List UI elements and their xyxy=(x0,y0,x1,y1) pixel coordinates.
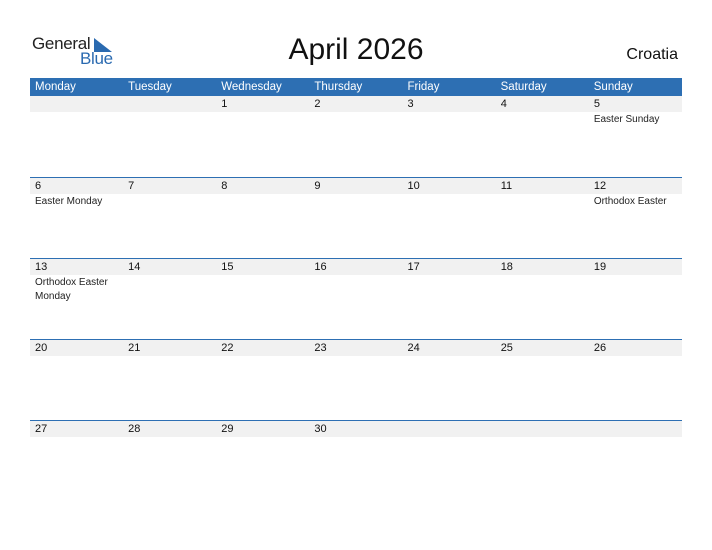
weekday-monday: Monday xyxy=(35,81,76,93)
day-cell xyxy=(496,421,589,502)
day-cell: 10 xyxy=(403,178,496,259)
weekday-saturday: Saturday xyxy=(500,81,547,93)
day-number: 4 xyxy=(500,98,507,110)
day-number: 18 xyxy=(500,261,513,273)
country-label: Croatia xyxy=(626,46,678,63)
day-number: 7 xyxy=(128,180,135,192)
day-cell: 21 xyxy=(123,340,216,421)
day-number: 22 xyxy=(221,342,234,354)
day-number: 17 xyxy=(407,261,420,273)
day-number: 24 xyxy=(407,342,420,354)
day-number: 29 xyxy=(221,423,234,435)
weekday-friday: Friday xyxy=(407,81,440,93)
day-number: 28 xyxy=(128,423,141,435)
day-cell: 3 xyxy=(403,96,496,177)
day-number: 1 xyxy=(221,98,228,110)
weekday-thursday: Thursday xyxy=(314,81,363,93)
day-cell: 17 xyxy=(403,259,496,340)
day-cell xyxy=(30,96,123,177)
day-number: 2 xyxy=(314,98,321,110)
day-number: 25 xyxy=(500,342,513,354)
week-row: 6 Easter Monday 7 8 9 10 11 12 Orthodox Easter xyxy=(30,177,682,259)
day-cell xyxy=(123,96,216,177)
weekday-tuesday: Tuesday xyxy=(128,81,172,93)
weekday-header: Monday Tuesday Wednesday Thursday Friday… xyxy=(30,78,682,96)
day-cell: 1 xyxy=(216,96,309,177)
week-row: 20 21 22 23 24 25 26 xyxy=(30,339,682,421)
day-cell: 8 xyxy=(216,178,309,259)
day-cell: 2 xyxy=(309,96,402,177)
day-cell: 15 xyxy=(216,259,309,340)
day-cell: 13 Orthodox Easter Monday xyxy=(30,259,123,340)
weekday-wednesday: Wednesday xyxy=(221,81,282,93)
day-cell: 14 xyxy=(123,259,216,340)
holiday-label: Orthodox Easter Monday xyxy=(35,277,108,302)
day-cell: 28 xyxy=(123,421,216,502)
day-number: 23 xyxy=(314,342,327,354)
holiday-label: Easter Monday xyxy=(35,196,103,207)
day-cell: 6 Easter Monday xyxy=(30,178,123,259)
day-number: 3 xyxy=(407,98,414,110)
day-cell: 7 xyxy=(123,178,216,259)
day-number: 14 xyxy=(128,261,141,273)
day-number: 26 xyxy=(593,342,607,354)
day-number: 8 xyxy=(221,180,228,192)
week-row: 1 2 3 4 5 Easter Sunday xyxy=(30,96,682,177)
week-row: 27 28 29 30 xyxy=(30,420,682,502)
day-cell: 25 xyxy=(496,340,589,421)
day-number: 12 xyxy=(593,180,607,192)
day-cell: 9 xyxy=(309,178,402,259)
day-cell: 24 xyxy=(403,340,496,421)
day-number: 21 xyxy=(128,342,141,354)
day-number: 15 xyxy=(221,261,234,273)
day-cell: 29 xyxy=(216,421,309,502)
day-cell xyxy=(589,421,682,502)
day-number: 13 xyxy=(35,261,48,273)
day-cell: 4 xyxy=(496,96,589,177)
day-cell: 19 xyxy=(589,259,682,340)
day-number: 11 xyxy=(500,180,513,192)
day-number: 16 xyxy=(314,261,327,273)
day-number: 27 xyxy=(35,423,48,435)
holiday-label: Orthodox Easter xyxy=(593,196,667,207)
day-cell: 12 Orthodox Easter xyxy=(589,178,682,259)
day-cell: 18 xyxy=(496,259,589,340)
day-number: 9 xyxy=(314,180,321,192)
day-cell: 30 xyxy=(309,421,402,502)
day-number: 6 xyxy=(35,180,42,192)
holiday-label: Easter Sunday xyxy=(593,114,660,125)
day-cell: 23 xyxy=(309,340,402,421)
day-number: 5 xyxy=(593,98,600,110)
weekday-sunday: Sunday xyxy=(593,81,633,93)
week-row: 13 Orthodox Easter Monday 14 15 16 17 18 19 xyxy=(30,258,682,340)
day-cell: 20 xyxy=(30,340,123,421)
day-cell: 11 xyxy=(496,178,589,259)
day-number: 19 xyxy=(593,261,607,273)
day-number: 20 xyxy=(35,342,48,354)
day-cell: 22 xyxy=(216,340,309,421)
day-number: 10 xyxy=(407,180,420,192)
day-cell: 16 xyxy=(309,259,402,340)
day-cell xyxy=(403,421,496,502)
day-number: 30 xyxy=(314,423,327,435)
day-cell: 27 xyxy=(30,421,123,502)
calendar-title: April 2026 xyxy=(288,33,424,66)
day-cell: 26 xyxy=(589,340,682,421)
day-cell: 5 Easter Sunday xyxy=(589,96,682,177)
